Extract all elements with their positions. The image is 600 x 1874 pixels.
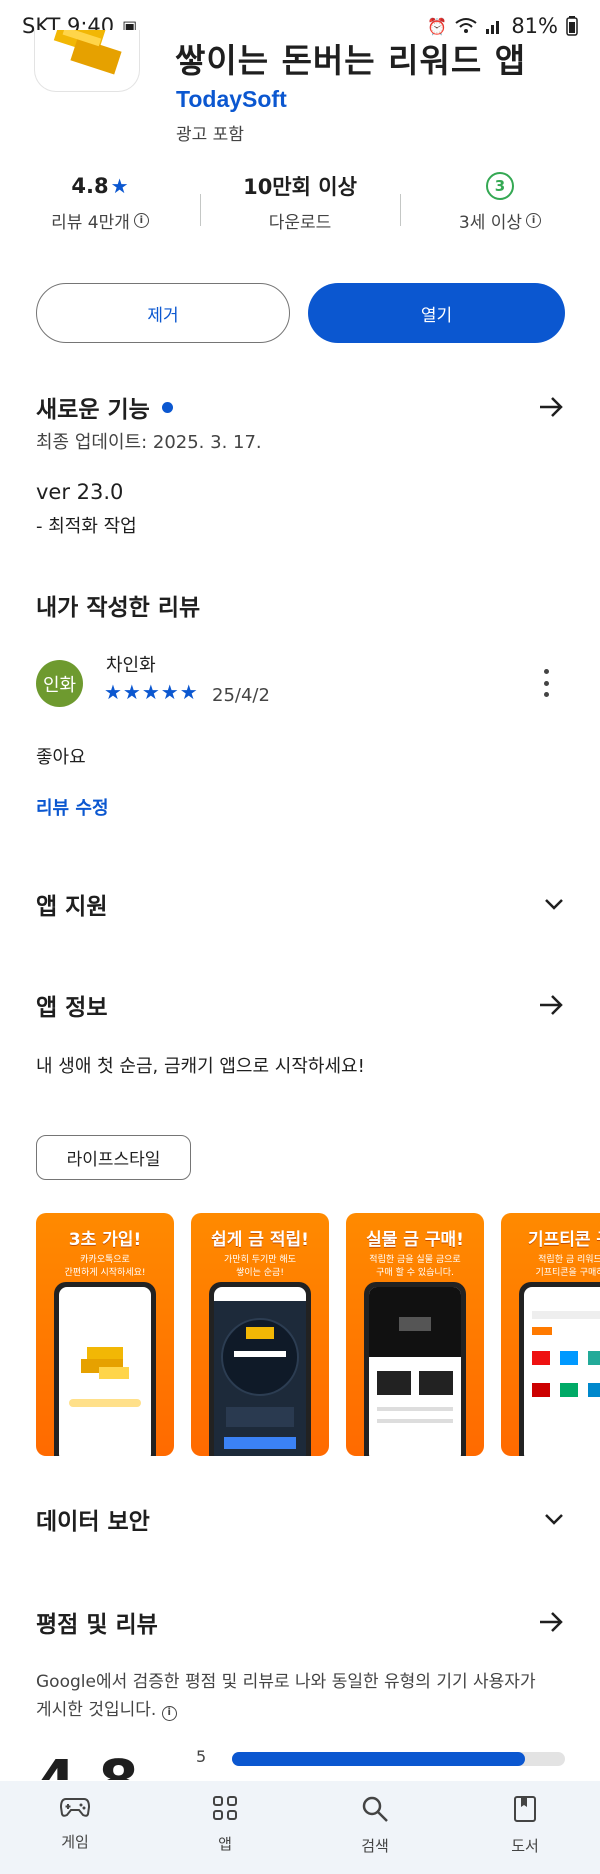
nav-item-games[interactable]: 게임 <box>0 1781 150 1874</box>
screenshot-title: 실물 금 구매! <box>366 1230 464 1250</box>
screenshot-title: 3초 가입! <box>68 1230 142 1250</box>
overall-rating: 4.8 <box>36 1745 139 1780</box>
bottom-nav: 게임 앱 검색 도서 <box>0 1781 600 1874</box>
rating-bar-5-fill <box>232 1752 526 1766</box>
whats-new-title: 새로운 기능 <box>36 397 150 423</box>
app-support-title: 앱 지원 <box>36 894 108 920</box>
my-review-header: 내가 작성한 리뷰 <box>36 588 564 622</box>
app-info-title: 앱 정보 <box>36 995 108 1021</box>
remove-button[interactable]: 제거 <box>36 283 290 343</box>
age-rating-stat[interactable]: 3 3세 이상 i <box>400 170 600 250</box>
age-badge: 3 <box>486 172 514 200</box>
review-count: 리뷰 4만개 <box>51 213 130 233</box>
nav-item-apps[interactable]: 앱 <box>150 1781 300 1874</box>
avatar: 인화 <box>36 660 83 707</box>
star-icon: ★ <box>110 174 129 198</box>
app-title: 쌓이는 돈버는 리워드 앱 <box>175 41 527 80</box>
screenshot-2[interactable]: 쉽게 금 적립! 가만히 두기만 해도 쌓이는 순금! <box>191 1213 329 1456</box>
my-review-title: 내가 작성한 리뷰 <box>36 595 201 621</box>
screenshot-carousel[interactable]: 3초 가입! 카카오톡으로 간편하게 시작하세요! 쉽게 금 적립! 가만히 두… <box>36 1213 600 1457</box>
ratings-title: 평점 및 리뷰 <box>36 1612 158 1638</box>
rating-bar-5 <box>232 1752 565 1766</box>
whats-new-header[interactable]: 새로운 기능 <box>36 390 564 424</box>
category-chip[interactable]: 라이프스타일 <box>36 1135 191 1180</box>
data-safety-header[interactable]: 데이터 보안 <box>36 1502 564 1536</box>
nav-item-books[interactable]: 도서 <box>450 1781 600 1874</box>
phone-mockup <box>54 1282 156 1456</box>
app-icon <box>34 30 140 92</box>
screenshot-subtitle: 적립한 금 리워드 기프티콘을 구매하 <box>535 1255 600 1278</box>
info-icon[interactable]: i <box>526 213 542 228</box>
ratings-description: Google에서 검증한 평점 및 리뷰로 나와 동일한 유형의 기기 사용자가… <box>36 1668 556 1724</box>
edit-review-link[interactable]: 리뷰 수정 <box>36 794 109 820</box>
screenshot-title: 기프티콘 구 <box>527 1230 600 1250</box>
screenshot-title: 쉽게 금 적립! <box>211 1230 309 1250</box>
rating-bar-label-5: 5 <box>196 1747 207 1766</box>
downloads-value: 10만회 이상 <box>243 175 357 199</box>
review-date: 25/4/2 <box>212 685 270 706</box>
app-description: 내 생애 첫 순금, 금캐기 앱으로 시작하세요! <box>36 1056 365 1077</box>
rating-stat[interactable]: 4.8 ★ 리뷰 4만개 i <box>0 170 200 250</box>
ratings-header[interactable]: 평점 및 리뷰 <box>36 1605 564 1639</box>
phone-mockup <box>209 1282 311 1456</box>
rating-value: 4.8 <box>71 174 109 198</box>
age-label: 3세 이상 <box>458 213 523 233</box>
review-text: 좋아요 <box>36 747 86 768</box>
phone-mockup <box>364 1282 466 1456</box>
app-header: 쌓이는 돈버는 리워드 앱 TodaySoft 광고 포함 <box>34 30 574 145</box>
open-button[interactable]: 열기 <box>308 283 565 343</box>
info-icon[interactable]: i <box>133 213 149 228</box>
chevron-down-icon[interactable] <box>544 897 564 911</box>
screenshot-subtitle: 가만히 두기만 해도 쌓이는 순금! <box>224 1255 296 1278</box>
nav-label: 검색 <box>361 1837 389 1855</box>
review-stars: ★★★★★ <box>104 680 199 704</box>
gold-bars-icon <box>53 30 122 75</box>
app-info-header[interactable]: 앱 정보 <box>36 988 564 1022</box>
nav-label: 앱 <box>218 1835 232 1853</box>
screenshot-1[interactable]: 3초 가입! 카카오톡으로 간편하게 시작하세요! <box>36 1213 174 1456</box>
screenshot-4[interactable]: 기프티콘 구 적립한 금 리워드 기프티콘을 구매하 <box>501 1213 600 1456</box>
arrow-right-icon[interactable] <box>538 395 564 419</box>
apps-grid-icon <box>213 1796 237 1820</box>
screenshot-3[interactable]: 실물 금 구매! 적립한 금을 실물 금으로 구매 할 수 있습니다. <box>346 1213 484 1456</box>
downloads-stat: 10만회 이상 다운로드 <box>200 170 400 250</box>
version-text: ver 23.0 <box>36 480 124 504</box>
nav-item-search[interactable]: 검색 <box>300 1781 450 1874</box>
app-support-header[interactable]: 앱 지원 <box>36 887 564 921</box>
release-notes: - 최적화 작업 <box>36 516 137 537</box>
phone-mockup <box>519 1282 600 1456</box>
new-indicator-dot <box>161 401 173 413</box>
data-safety-title: 데이터 보안 <box>36 1509 150 1535</box>
search-icon <box>362 1796 388 1822</box>
ratings-description-text: Google에서 검증한 평점 및 리뷰로 나와 동일한 유형의 기기 사용자가… <box>36 1672 536 1720</box>
contains-ads-label: 광고 포함 <box>176 125 244 145</box>
stats-row: 4.8 ★ 리뷰 4만개 i 10만회 이상 다운로드 3 3세 이상 i <box>0 170 600 250</box>
arrow-right-icon[interactable] <box>538 1610 564 1634</box>
screenshot-subtitle: 카카오톡으로 간편하게 시작하세요! <box>64 1255 146 1278</box>
chevron-down-icon[interactable] <box>544 1512 564 1526</box>
downloads-label: 다운로드 <box>268 213 332 233</box>
reviewer-name: 차인화 <box>106 655 156 676</box>
nav-label: 도서 <box>511 1837 539 1855</box>
screenshot-subtitle: 적립한 금을 실물 금으로 구매 할 수 있습니다. <box>369 1255 461 1278</box>
info-icon[interactable]: i <box>161 1705 177 1721</box>
book-icon <box>514 1796 536 1822</box>
last-updated: 최종 업데이트: 2025. 3. 17. <box>36 432 262 453</box>
nav-label: 게임 <box>61 1833 89 1851</box>
gamepad-icon <box>60 1798 90 1817</box>
more-options-icon[interactable] <box>540 669 552 697</box>
developer-link[interactable]: TodaySoft <box>176 86 287 113</box>
arrow-right-icon[interactable] <box>538 993 564 1017</box>
